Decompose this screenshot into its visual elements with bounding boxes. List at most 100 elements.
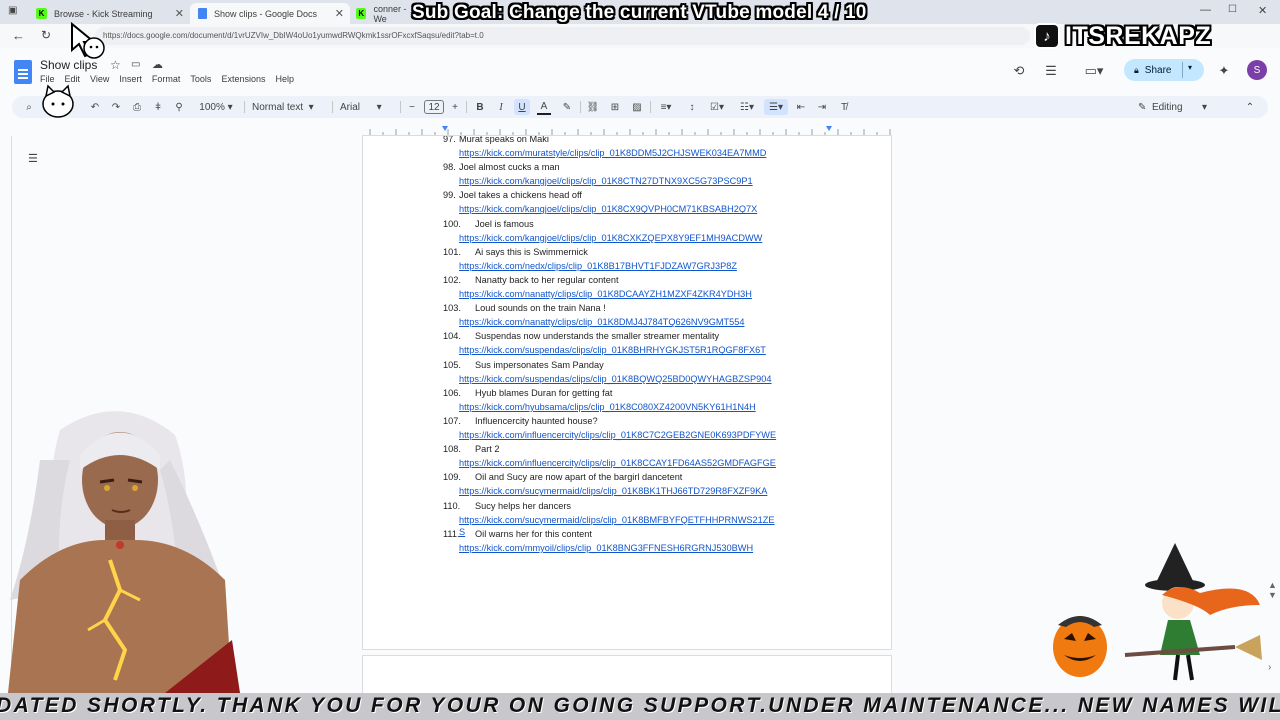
gemini-icon[interactable]: ✦ (1216, 63, 1232, 79)
history-icon[interactable]: ⟲ (1011, 63, 1027, 79)
clip-link[interactable]: https://kick.com/influencercity/clips/cl… (459, 458, 776, 468)
checklist-icon[interactable]: ☑▾ (706, 99, 728, 115)
insert-image-icon[interactable]: ▨ (630, 99, 644, 115)
maximize-icon[interactable]: ☐ (1228, 4, 1237, 15)
back-icon[interactable]: ← (12, 28, 25, 43)
menu-tools[interactable]: Tools (190, 74, 211, 84)
list-item: 108. Part 2 (443, 444, 500, 454)
list-item: 109. Oil and Sucy are now apart of the ba… (443, 472, 682, 482)
document-outline-icon[interactable]: ☰ (28, 152, 42, 166)
meet-icon[interactable]: ▭▾ (1080, 63, 1108, 79)
add-comment-icon[interactable]: ⊞ (608, 99, 622, 115)
text-color-icon[interactable]: A (537, 99, 551, 115)
align-icon[interactable]: ≡▾ (655, 99, 677, 115)
close-icon[interactable]: ✕ (335, 7, 344, 20)
clip-link[interactable]: https://kick.com/nedx/clips/clip_01K8B17… (459, 261, 737, 271)
clip-link[interactable]: https://kick.com/nanatty/clips/clip_01K8… (459, 317, 744, 327)
menu-insert[interactable]: Insert (119, 74, 142, 84)
list-item: 106. Hyub blames Duran for getting fat (443, 388, 612, 398)
list-item: 97. Murat speaks on Maki (443, 136, 549, 144)
decrease-indent-icon[interactable]: ⇤ (794, 99, 808, 115)
decrease-font-icon[interactable]: − (406, 99, 418, 115)
list-item: 111. Oil warns her for this content (443, 529, 592, 539)
horizontal-ruler[interactable] (362, 124, 892, 136)
list-item-title: Joel is famous (475, 218, 534, 229)
clip-link[interactable]: https://kick.com/kangjoel/clips/clip_01K… (459, 176, 753, 186)
line-spacing-icon[interactable]: ↕ (684, 99, 700, 115)
highlight-icon[interactable]: ✎ (560, 99, 574, 115)
list-item-title: Oil and Sucy are now apart of the bargir… (475, 472, 683, 483)
clip-link[interactable]: https://kick.com/nanatty/clips/clip_01K8… (459, 289, 752, 299)
clip-link[interactable]: https://kick.com/hyubsama/clips/clip_01K… (459, 402, 756, 412)
tab-search-icon[interactable]: ▣ (8, 5, 17, 16)
move-folder-icon[interactable]: ▭ (131, 59, 140, 70)
clip-link[interactable]: https://kick.com/mmyoil/clips/clip_01K8B… (459, 543, 753, 553)
clip-link[interactable]: https://kick.com/suspendas/clips/clip_01… (459, 374, 772, 384)
cat-mascot-icon (42, 84, 74, 118)
italic-icon[interactable]: I (494, 99, 508, 115)
list-item-number: 98. (443, 162, 456, 173)
increase-font-icon[interactable]: + (449, 99, 461, 115)
paint-format-icon[interactable]: ⚲ (172, 99, 186, 115)
undo-icon[interactable]: ↶ (88, 99, 102, 115)
menu-view[interactable]: View (90, 74, 109, 84)
collapse-menus-icon[interactable]: ⌃ (1243, 99, 1257, 115)
bold-icon[interactable]: B (473, 99, 487, 115)
redo-icon[interactable]: ↷ (109, 99, 123, 115)
chevron-down-icon[interactable]: ▾ (1188, 63, 1192, 72)
list-item-number: 109. (443, 472, 461, 483)
clip-link[interactable]: https://kick.com/sucymermaid/clips/clip_… (459, 486, 767, 496)
menu-format[interactable]: Format (152, 74, 181, 84)
lock-icon: 🔒︎ (1134, 64, 1139, 75)
comments-icon[interactable]: ☰ (1043, 63, 1059, 79)
list-item-number: 111. (443, 528, 460, 539)
list-item-number: 107. (443, 416, 461, 426)
search-menus-icon[interactable]: ⌕ (22, 99, 36, 115)
docs-logo-icon[interactable] (14, 60, 32, 84)
document-page[interactable]: 97. Murat speaks on Maki https://kick.com/… (362, 136, 892, 650)
list-item-number: 110. (443, 500, 461, 511)
font-size-input[interactable]: 12 (424, 100, 444, 114)
menu-extensions[interactable]: Extensions (221, 74, 265, 84)
document-page-next[interactable] (362, 655, 892, 695)
zoom-select[interactable]: 100% ▾ (194, 99, 238, 115)
list-item-title: Sucy helps her dancers (475, 500, 572, 511)
clip-link[interactable]: https://kick.com/muratstyle/clips/clip_0… (459, 148, 766, 158)
underline-icon[interactable]: U (514, 99, 530, 115)
print-icon[interactable]: ⎙ (130, 99, 144, 115)
cursor-mascot-icon (71, 21, 105, 59)
increase-indent-icon[interactable]: ⇥ (815, 99, 829, 115)
zoom-value: 100% (199, 101, 225, 113)
tab-google-docs[interactable]: Show clips - Google Docs ✕ (190, 3, 350, 24)
clip-link[interactable]: https://kick.com/kangjoel/clips/clip_01K… (459, 204, 757, 214)
window-close-icon[interactable]: ✕ (1258, 4, 1267, 17)
list-item: 110. Sucy helps her dancers (443, 501, 571, 511)
bulleted-list-icon[interactable]: ☷▾ (736, 99, 758, 115)
close-icon[interactable]: ✕ (175, 7, 184, 20)
share-button[interactable]: 🔒︎ Share ▾ (1124, 59, 1204, 81)
list-item: 100. Joel is famous (443, 219, 534, 229)
tab-kick-conner[interactable]: K conner - We (350, 3, 420, 24)
reload-icon[interactable]: ↻ (41, 28, 51, 42)
menu-help[interactable]: Help (275, 74, 294, 84)
clip-link[interactable]: https://kick.com/suspendas/clips/clip_01… (459, 345, 766, 355)
style-select[interactable]: Normal text ▾ (252, 99, 326, 115)
avatar[interactable]: S (1247, 60, 1267, 80)
list-item-title: Sus impersonates Sam Panday (475, 359, 604, 370)
url-field[interactable]: https://docs.google.com/document/d/1vrUZ… (95, 27, 1030, 45)
clip-link[interactable]: https://kick.com/sucymermaid/clips/clip_… (459, 515, 775, 525)
star-icon[interactable]: ☆ (110, 58, 121, 72)
tab-kick-browse[interactable]: K Browse - Kick Streaming ✕ (30, 3, 190, 24)
clear-formatting-icon[interactable]: T̸ (837, 99, 851, 115)
numbered-list-icon[interactable]: ☰▾ (764, 99, 788, 115)
menu-bar: File Edit View Insert Format Tools Exten… (40, 74, 294, 84)
clip-link[interactable]: https://kick.com/influencercity/clips/cl… (459, 430, 776, 440)
editing-mode-select[interactable]: ✎ Editing ▾ (1138, 99, 1228, 115)
spellcheck-icon[interactable]: ǂ (151, 99, 165, 115)
list-item-title: Loud sounds on the train Nana ! (475, 303, 606, 314)
font-select[interactable]: Arial ▾ (340, 99, 396, 115)
list-item-title: Nanatty back to her regular content (475, 275, 619, 285)
minimize-icon[interactable]: — (1200, 4, 1211, 16)
clip-link[interactable]: https://kick.com/kangjoel/clips/clip_01K… (459, 233, 762, 243)
link-icon[interactable]: ⛓ (586, 99, 600, 115)
